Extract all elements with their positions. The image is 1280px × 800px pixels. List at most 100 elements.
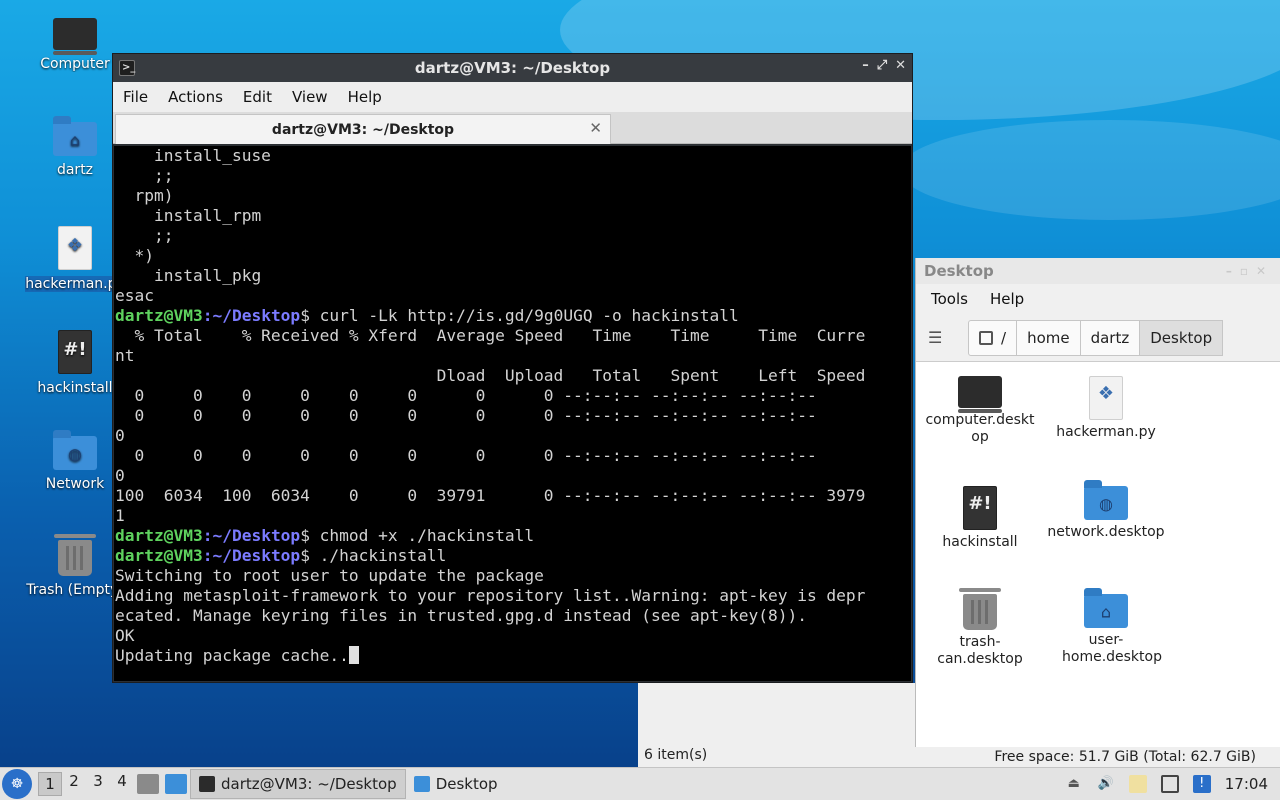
volume-icon[interactable]: 🔊 — [1097, 775, 1115, 793]
close-icon[interactable]: ✕ — [895, 58, 906, 73]
term-line: Switching to root user to update the pac… — [115, 566, 544, 585]
network-icon[interactable] — [1160, 775, 1179, 793]
term-line: 0 — [115, 466, 125, 485]
update-notifier-icon[interactable]: ! — [1192, 775, 1211, 793]
prompt-path: :~/Desktop — [202, 546, 301, 565]
file-item-label: trash-can.desktop — [937, 634, 1023, 667]
path-desktop[interactable]: Desktop — [1139, 319, 1224, 356]
list-view-icon[interactable]: ☰ — [928, 328, 956, 347]
term-line: esac — [115, 286, 154, 305]
prompt-path: :~/Desktop — [202, 306, 301, 325]
maximize-icon[interactable]: ⤢ — [877, 58, 887, 73]
terminal-title: dartz@VM3: ~/Desktop — [414, 59, 611, 77]
window-controls[interactable]: –▫✕ — [1226, 258, 1274, 284]
workspace-switcher: 1 2 3 4 — [38, 772, 134, 796]
show-desktop-icon[interactable] — [137, 774, 159, 794]
eject-icon[interactable]: ⏏ — [1065, 775, 1083, 793]
prompt-path: :~/Desktop — [202, 526, 301, 545]
task-file-manager[interactable]: Desktop — [406, 769, 506, 799]
term-line: 0 — [115, 426, 125, 445]
file-item-label: user-home.desktop — [1062, 632, 1162, 665]
menu-actions[interactable]: Actions — [158, 88, 233, 106]
trash-icon — [54, 534, 96, 576]
clock[interactable]: 17:04 — [1225, 775, 1268, 793]
desktop-icon-label: hackerman.py — [25, 276, 125, 292]
menu-file[interactable]: File — [113, 88, 158, 106]
python-file-icon: ❖ — [58, 226, 92, 270]
file-item[interactable]: computer.desktop — [918, 376, 1042, 446]
terminal-window[interactable]: >_ dartz@VM3: ~/Desktop – ⤢ ✕ File Actio… — [112, 53, 913, 683]
workspace-2[interactable]: 2 — [62, 772, 86, 796]
network-folder-icon: ◍ — [53, 430, 97, 470]
system-tray: ⏏ 🔊 ! 17:04 — [1065, 775, 1280, 793]
path-dartz[interactable]: dartz — [1079, 319, 1141, 356]
path-root[interactable]: / — [968, 319, 1018, 356]
menu-edit[interactable]: Edit — [233, 88, 282, 106]
term-line: ecated. Manage keyring files in trusted.… — [115, 606, 807, 625]
desktop-icon-label: hackinstall — [37, 380, 113, 396]
file-item-label: network.desktop — [1047, 524, 1165, 540]
file-item[interactable]: ◍ network.desktop — [1044, 480, 1168, 541]
task-label: dartz@VM3: ~/Desktop — [221, 775, 397, 793]
trash-icon — [959, 588, 1001, 630]
path-home[interactable]: home — [1016, 319, 1081, 356]
desktop-icon-network[interactable]: ◍ Network — [25, 430, 125, 492]
menu-help[interactable]: Help — [975, 290, 1031, 308]
file-manager-title: Desktop — [924, 262, 994, 280]
file-manager-window[interactable]: Desktop –▫✕ Tools Help ☰ / home dartz De… — [915, 258, 1280, 748]
menu-help[interactable]: Help — [338, 88, 392, 106]
close-tab-icon[interactable]: ✕ — [589, 119, 602, 137]
term-prompt-line: dartz@VM3:~/Desktop$ chmod +x ./hackinst… — [115, 526, 911, 546]
free-space-status: Free space: 51.7 GiB (Total: 62.7 GiB) — [915, 747, 1280, 767]
desktop-icon-hackerman[interactable]: ❖ hackerman.py — [25, 226, 125, 292]
minimize-icon[interactable]: – — [862, 58, 869, 73]
menu-view[interactable]: View — [282, 88, 338, 106]
folder-icon — [413, 776, 430, 792]
file-item[interactable]: trash-can.desktop — [918, 588, 1042, 668]
workspace-4[interactable]: 4 — [110, 772, 134, 796]
start-menu-button[interactable]: ☸ — [2, 769, 32, 799]
file-manager-launcher-icon[interactable] — [165, 774, 187, 794]
script-file-icon: #! — [963, 486, 997, 530]
workspace-3[interactable]: 3 — [86, 772, 110, 796]
desktop-icon-label: dartz — [56, 162, 94, 178]
term-line: 0 0 0 0 0 0 0 0 --:--:-- --:--:-- --:--:… — [115, 386, 817, 405]
file-item-label: hackinstall — [942, 534, 1018, 550]
term-prompt-line: dartz@VM3:~/Desktop$ ./hackinstall — [115, 546, 911, 566]
terminal-app-icon: >_ — [119, 60, 135, 76]
file-item[interactable]: #! hackinstall — [918, 486, 1042, 551]
menu-tools[interactable]: Tools — [916, 290, 975, 308]
file-manager-menubar: Tools Help — [916, 284, 1280, 314]
desktop-icon-hackinstall[interactable]: #! hackinstall — [25, 330, 125, 396]
desktop-icon-home[interactable]: ⌂ dartz — [25, 116, 125, 178]
terminal-tabbar: dartz@VM3: ~/Desktop ✕ — [113, 112, 912, 144]
task-terminal[interactable]: dartz@VM3: ~/Desktop — [190, 769, 406, 799]
file-item-label: computer.desktop — [925, 412, 1035, 445]
prompt-command: $ curl -Lk http://is.gd/9g0UGQ -o hackin… — [300, 306, 739, 325]
desktop-icon-label: Trash (Empty) — [26, 582, 124, 598]
term-line: nt — [115, 346, 135, 365]
terminal-tab[interactable]: dartz@VM3: ~/Desktop ✕ — [115, 114, 611, 144]
wallpaper-wave — [900, 120, 1280, 220]
text-cursor — [348, 646, 359, 664]
script-file-icon: #! — [58, 330, 92, 374]
network-folder-icon: ◍ — [1084, 480, 1128, 520]
term-prompt-line: dartz@VM3:~/Desktop$ curl -Lk http://is.… — [115, 306, 911, 326]
file-manager-titlebar[interactable]: Desktop –▫✕ — [916, 258, 1280, 284]
item-count: 6 item(s) — [644, 747, 708, 763]
desktop-icon-label: Network — [45, 476, 105, 492]
term-line: ;; — [115, 226, 174, 245]
file-item[interactable]: ❖ hackerman.py — [1044, 376, 1168, 441]
python-file-icon: ❖ — [1089, 376, 1123, 420]
prompt-user: dartz@VM3 — [115, 526, 203, 545]
file-item[interactable]: ⌂ user-home.desktop — [1044, 588, 1168, 666]
clipboard-icon[interactable] — [1128, 775, 1147, 793]
desktop-icon-trash[interactable]: Trash (Empty) — [25, 534, 125, 598]
term-line: ;; — [115, 166, 174, 185]
terminal-output[interactable]: install_suse ;; rpm) install_rpm ;; *) i… — [114, 146, 911, 681]
prompt-command: $ ./hackinstall — [300, 546, 447, 565]
file-item-label: hackerman.py — [1056, 424, 1156, 440]
terminal-titlebar[interactable]: >_ dartz@VM3: ~/Desktop – ⤢ ✕ — [113, 54, 912, 82]
desktop-icon-computer[interactable]: Computer — [25, 18, 125, 72]
workspace-1[interactable]: 1 — [38, 772, 62, 796]
